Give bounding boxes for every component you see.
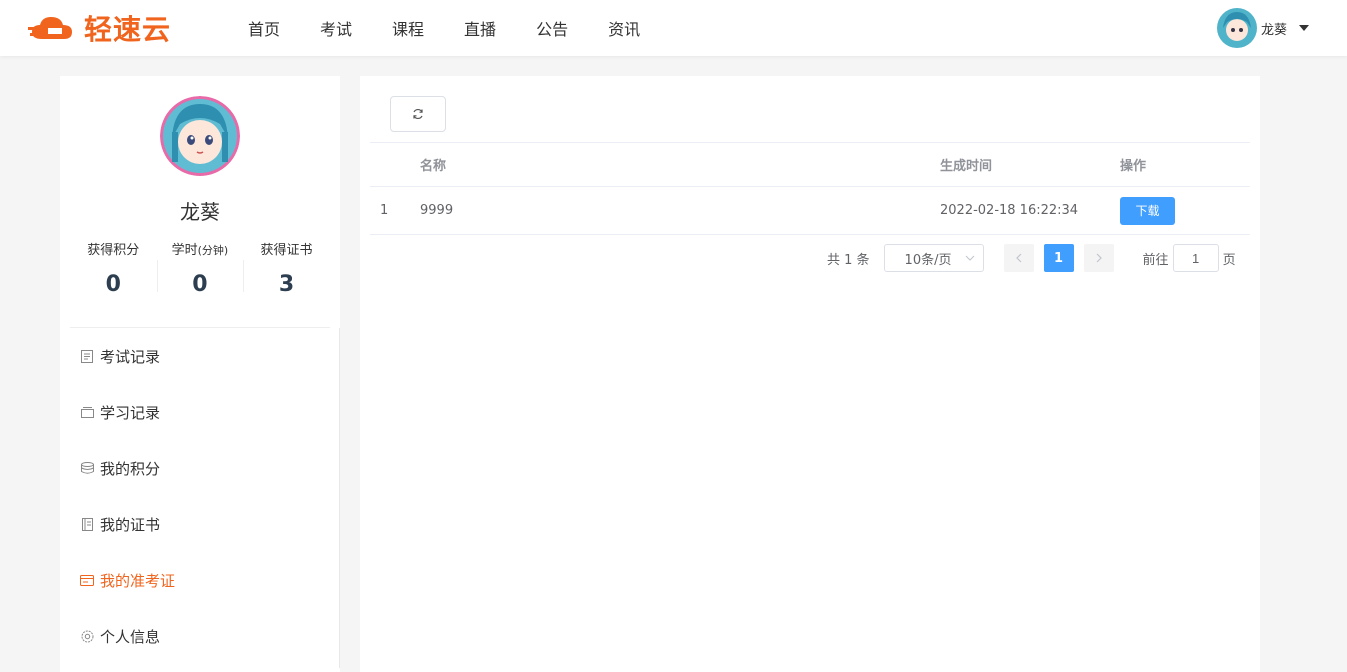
page-size-value: 10条/页 — [904, 252, 952, 268]
profile-menu: 考试记录 学习记录 我的积分 我的证书 我的准考证 个人信息 — [80, 328, 330, 664]
menu-item-admission-ticket[interactable]: 我的准考证 — [80, 552, 330, 608]
caret-down-icon[interactable] — [1299, 25, 1309, 31]
profile-sidebar: 龙葵 获得积分 0 学时(分钟) 0 获得证书 3 考试记录 学习记录 我的积分… — [60, 76, 340, 672]
profile-stats: 获得积分 0 学时(分钟) 0 获得证书 3 — [70, 238, 330, 297]
stat-label-unit: (分钟) — [197, 244, 229, 257]
goto-label: 前往 — [1142, 252, 1169, 268]
column-header-time: 生成时间 — [940, 159, 993, 174]
menu-item-label: 考试记录 — [100, 347, 161, 366]
refresh-button[interactable] — [390, 96, 446, 132]
logo[interactable]: 轻速云 — [28, 10, 171, 46]
divider — [339, 328, 340, 668]
download-button[interactable]: 下载 — [1120, 196, 1175, 225]
stat-label: 学时 — [171, 243, 198, 258]
pagination-total: 共 1 条 — [827, 252, 870, 268]
menu-item-label: 我的准考证 — [100, 571, 176, 590]
pagination: 共 1 条 10条/页 1 前往 页 — [827, 243, 1236, 273]
stat-value: 0 — [105, 272, 121, 297]
stat-value: 0 — [192, 272, 208, 297]
gear-icon — [80, 629, 94, 643]
menu-item-points[interactable]: 我的积分 — [80, 440, 330, 496]
table-header: 名称 生成时间 操作 — [370, 142, 1250, 186]
stat-hours: 学时(分钟) 0 — [156, 238, 244, 297]
logo-text: 轻速云 — [84, 13, 172, 46]
nav-item-course[interactable]: 课程 — [392, 16, 424, 40]
top-header: 轻速云 首页 考试 课程 直播 公告 资讯 龙葵 — [0, 0, 1347, 56]
avatar-image — [1216, 8, 1257, 48]
certificate-icon — [80, 517, 94, 531]
nav-item-notice[interactable]: 公告 — [536, 16, 568, 40]
table-row: 1 9999 2022-02-18 16:22:34 下载 — [370, 186, 1250, 235]
page-size-select[interactable]: 10条/页 — [883, 244, 984, 272]
profile-avatar — [160, 96, 240, 176]
ticket-table: 名称 生成时间 操作 1 9999 2022-02-18 16:22:34 下载 — [370, 142, 1250, 235]
user-name: 龙葵 — [1260, 22, 1287, 38]
menu-item-study-records[interactable]: 学习记录 — [80, 384, 330, 440]
menu-item-profile[interactable]: 个人信息 — [80, 608, 330, 664]
row-name: 9999 — [420, 203, 454, 218]
profile-name: 龙葵 — [180, 200, 220, 224]
page-number-current[interactable]: 1 — [1043, 244, 1074, 272]
document-icon — [80, 349, 94, 363]
coins-icon — [80, 461, 94, 475]
cloud-logo-icon — [28, 17, 72, 39]
column-header-action: 操作 — [1120, 159, 1147, 174]
main-panel: 名称 生成时间 操作 1 9999 2022-02-18 16:22:34 下载… — [360, 76, 1260, 672]
stat-value: 3 — [278, 272, 295, 297]
main-nav: 首页 考试 课程 直播 公告 资讯 — [248, 0, 680, 56]
chevron-left-icon — [1015, 253, 1021, 263]
folder-icon — [80, 405, 94, 419]
stat-label: 获得证书 — [260, 243, 313, 258]
prev-page-button[interactable] — [1003, 244, 1034, 272]
chevron-down-icon — [965, 255, 974, 261]
nav-item-home[interactable]: 首页 — [248, 16, 280, 40]
nav-item-news[interactable]: 资讯 — [608, 16, 640, 40]
refresh-icon — [413, 108, 423, 120]
page-jump-input[interactable] — [1172, 244, 1219, 272]
column-header-name: 名称 — [420, 159, 447, 174]
menu-item-exam-records[interactable]: 考试记录 — [80, 328, 330, 384]
menu-item-label: 个人信息 — [100, 627, 161, 646]
stat-points: 获得积分 0 — [70, 238, 157, 297]
menu-item-label: 学习记录 — [100, 403, 161, 422]
stat-certificates: 获得证书 3 — [243, 238, 330, 297]
next-page-button[interactable] — [1083, 244, 1114, 272]
page-jump: 前往 页 — [1143, 244, 1236, 272]
card-icon — [80, 573, 94, 587]
menu-item-label: 我的证书 — [100, 515, 161, 534]
profile-avatar-image — [160, 96, 240, 176]
nav-item-exam[interactable]: 考试 — [320, 16, 352, 40]
stat-label: 获得积分 — [87, 243, 140, 258]
menu-item-certificates[interactable]: 我的证书 — [80, 496, 330, 552]
row-index: 1 — [380, 203, 389, 218]
avatar[interactable] — [1216, 8, 1257, 48]
chevron-right-icon — [1096, 253, 1102, 263]
page-suffix: 页 — [1222, 252, 1236, 268]
row-time: 2022-02-18 16:22:34 — [940, 203, 1079, 218]
user-menu[interactable]: 龙葵 — [1216, 8, 1309, 48]
menu-item-label: 我的积分 — [100, 459, 161, 478]
nav-item-live[interactable]: 直播 — [464, 16, 496, 40]
